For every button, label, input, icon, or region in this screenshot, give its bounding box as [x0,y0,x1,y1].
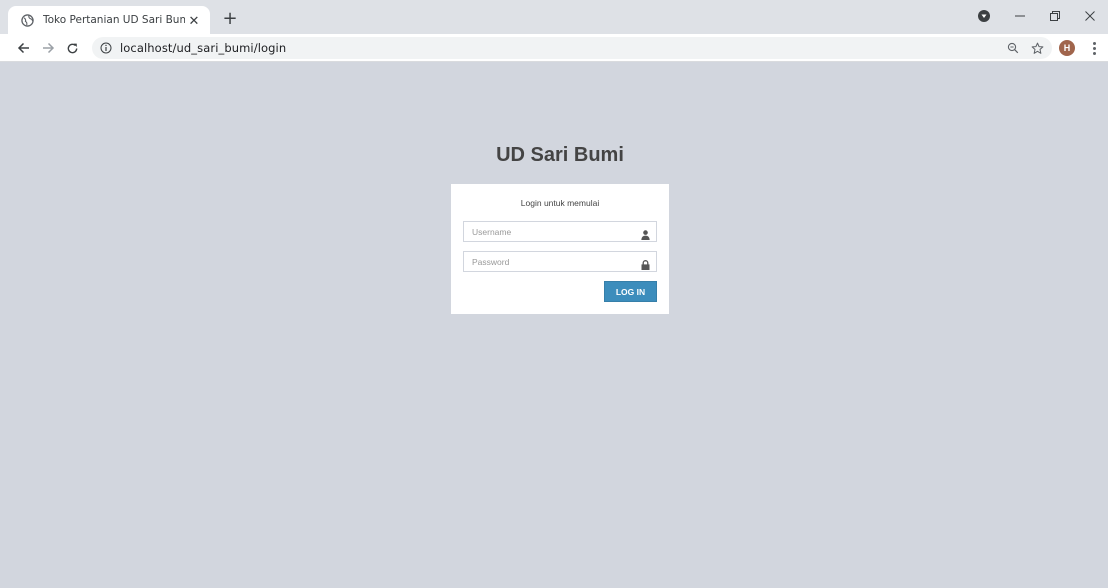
globe-icon [20,13,34,27]
tab-strip: Toko Pertanian UD Sari Bumi | Lo ✕ + [0,0,1108,34]
login-message: Login untuk memulai [520,198,600,208]
password-input[interactable] [464,252,656,272]
avatar[interactable]: H [1059,40,1075,56]
username-input[interactable] [464,222,656,242]
page-body: UD Sari Bumi Login untuk memulai LOG IN [0,62,1108,588]
browser-tab[interactable]: Toko Pertanian UD Sari Bumi | Lo ✕ [8,6,210,34]
back-icon[interactable] [13,37,35,59]
minimize-icon[interactable] [1003,2,1037,30]
page-title: UD Sari Bumi [496,144,624,166]
restore-icon[interactable] [1038,2,1072,30]
login-button[interactable]: LOG IN [604,281,657,302]
info-icon[interactable] [100,42,112,54]
reload-icon[interactable] [61,37,83,59]
address-bar[interactable]: localhost/ud_sari_bumi/login [92,37,1052,59]
tab-title: Toko Pertanian UD Sari Bumi | Lo [43,14,185,26]
username-field [463,221,657,242]
url-text: localhost/ud_sari_bumi/login [120,41,287,55]
new-tab-icon[interactable]: + [219,8,241,30]
window-close-icon[interactable] [1073,2,1107,30]
lock-icon [641,257,650,270]
close-icon[interactable]: ✕ [186,12,202,28]
forward-icon[interactable] [37,37,59,59]
user-icon [641,227,650,240]
login-box: Login untuk memulai LOG IN [451,184,669,314]
zoom-icon[interactable] [1002,37,1024,59]
password-field [463,251,657,272]
star-icon[interactable] [1026,37,1048,59]
media-icon[interactable] [967,2,1001,30]
menu-icon[interactable] [1086,37,1102,59]
browser-toolbar: localhost/ud_sari_bumi/login H [0,34,1108,62]
